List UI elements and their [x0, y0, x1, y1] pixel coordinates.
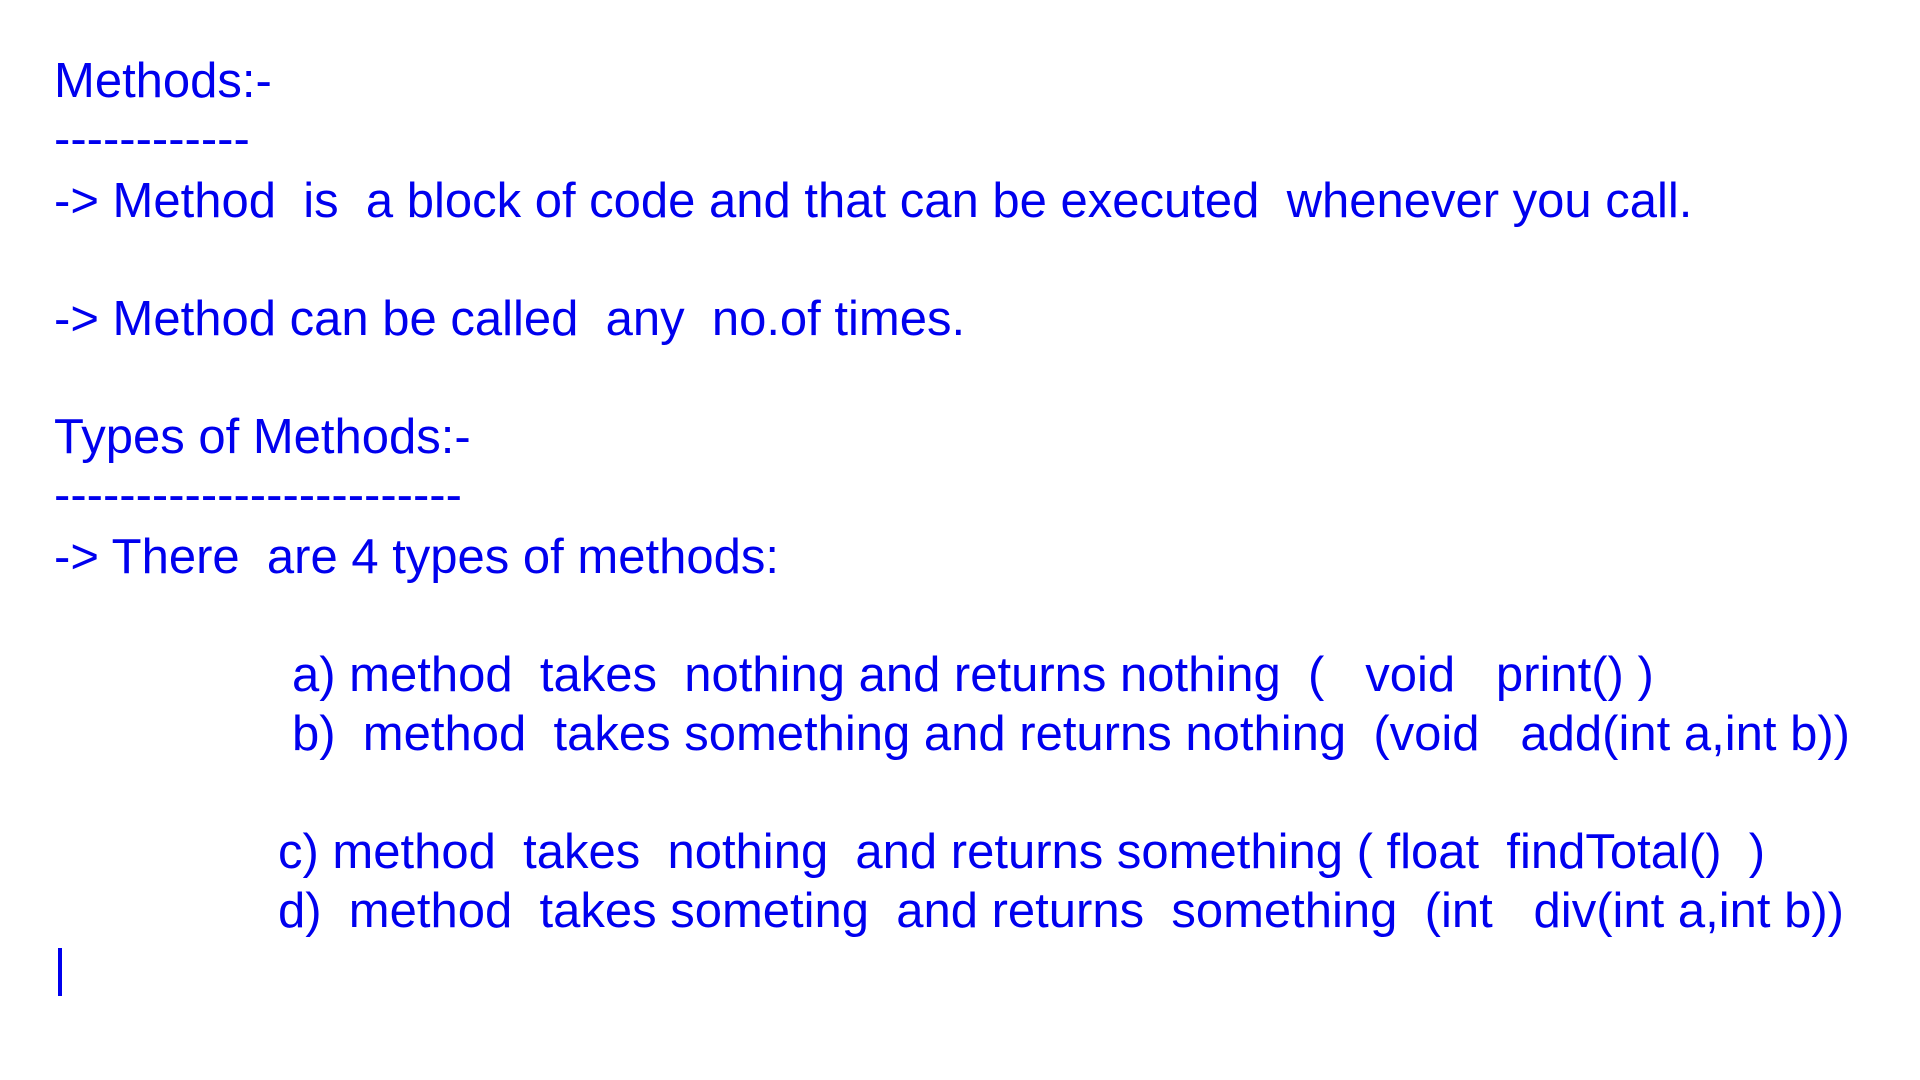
types-intro-line: -> There are 4 types of methods:: [54, 530, 779, 584]
method-type-b: b) method takes something and returns no…: [292, 707, 1850, 761]
method-type-c: c) method takes nothing and returns some…: [278, 825, 1766, 879]
types-heading: Types of Methods:-: [54, 410, 471, 464]
method-definition-line: -> Method is a block of code and that ca…: [54, 174, 1693, 228]
text-editor[interactable]: Methods:- ------------ -> Method is a bl…: [0, 0, 1920, 1080]
method-type-d: d) method takes someting and returns som…: [278, 884, 1844, 938]
method-type-a: a) method takes nothing and returns noth…: [292, 648, 1654, 702]
text-caret: [58, 948, 62, 996]
methods-heading: Methods:-: [54, 54, 272, 108]
types-heading-underline: -------------------------: [54, 468, 462, 522]
method-calls-line: -> Method can be called any no.of times.: [54, 292, 966, 346]
methods-heading-underline: ------------: [54, 112, 250, 166]
